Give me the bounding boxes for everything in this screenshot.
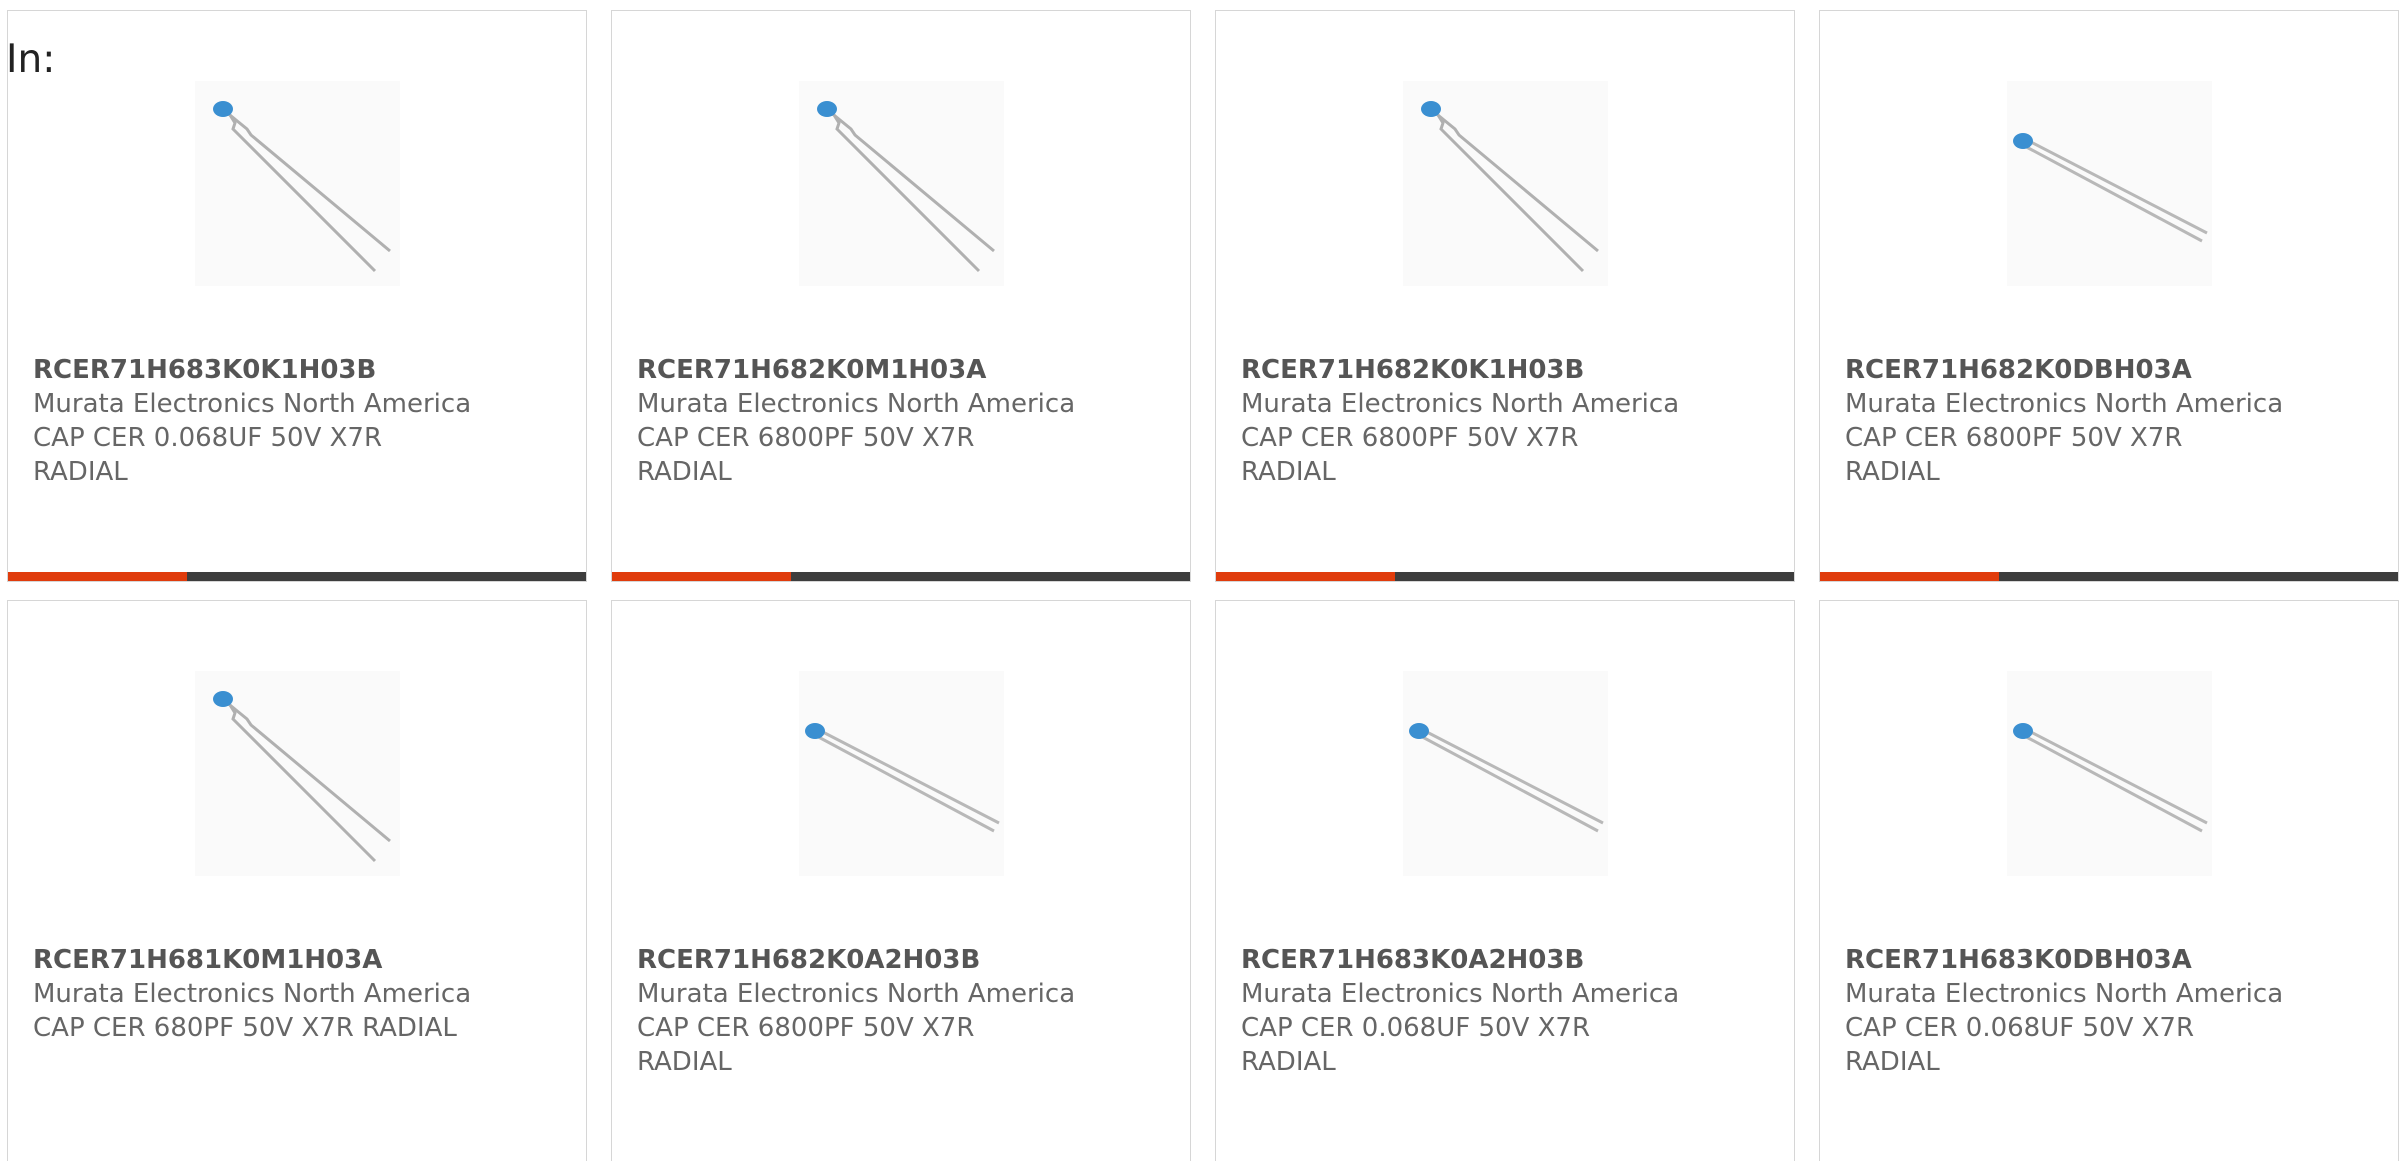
progress-fill (8, 572, 188, 581)
part-number-link[interactable]: RCER71H683K0K1H03B (33, 353, 573, 387)
product-card[interactable]: RCER71H682K0A2H03B Murata Electronics No… (611, 600, 1191, 1161)
capacitor-kinked-leads-icon[interactable] (195, 671, 400, 876)
product-info: RCER71H682K0DBH03A Murata Electronics No… (1845, 353, 2385, 489)
progress-bar (1216, 572, 1794, 581)
manufacturer: Murata Electronics North America (1845, 979, 2284, 1009)
manufacturer: Murata Electronics North America (637, 389, 1076, 419)
description: CAP CER 6800PF 50V X7R RADIAL (637, 1013, 975, 1077)
part-number-link[interactable]: RCER71H682K0K1H03B (1241, 353, 1781, 387)
capacitor-image (1409, 723, 1604, 833)
product-info: RCER71H683K0A2H03B Murata Electronics No… (1241, 943, 1781, 1079)
capacitor-straight-leads-icon[interactable] (2007, 81, 2212, 286)
progress-fill (1216, 572, 1396, 581)
part-number-link[interactable]: RCER71H681K0M1H03A (33, 943, 573, 977)
capacitor-image (213, 101, 391, 273)
part-number-link[interactable]: RCER71H682K0A2H03B (637, 943, 1177, 977)
filter-in-label: In: (6, 37, 56, 82)
capacitor-straight-leads-icon[interactable] (1403, 671, 1608, 876)
description: CAP CER 0.068UF 50V X7R RADIAL (1241, 1013, 1591, 1077)
product-card[interactable]: RCER71H682K0M1H03A Murata Electronics No… (611, 10, 1191, 582)
capacitor-kinked-leads-icon[interactable] (195, 81, 400, 286)
manufacturer: Murata Electronics North America (33, 389, 472, 419)
capacitor-kinked-leads-icon[interactable] (799, 81, 1004, 286)
description: CAP CER 6800PF 50V X7R RADIAL (1845, 423, 2183, 487)
manufacturer: Murata Electronics North America (1845, 389, 2284, 419)
product-grid-page: In: RCER71H683K0K1H03B Murata Electronic… (0, 0, 2400, 1161)
capacitor-kinked-leads-icon[interactable] (1403, 81, 1608, 286)
capacitor-image (2013, 723, 2208, 833)
manufacturer: Murata Electronics North America (33, 979, 472, 1009)
progress-bar (1820, 572, 2398, 581)
manufacturer: Murata Electronics North America (637, 979, 1076, 1009)
product-info: RCER71H682K0A2H03B Murata Electronics No… (637, 943, 1177, 1079)
capacitor-straight-leads-icon[interactable] (2007, 671, 2212, 876)
progress-fill (612, 572, 792, 581)
description: CAP CER 680PF 50V X7R RADIAL (33, 1013, 457, 1043)
capacitor-image (2013, 133, 2208, 243)
product-info: RCER71H683K0K1H03B Murata Electronics No… (33, 353, 573, 489)
product-info: RCER71H682K0K1H03B Murata Electronics No… (1241, 353, 1781, 489)
product-card[interactable]: RCER71H683K0K1H03B Murata Electronics No… (7, 10, 587, 582)
part-number-link[interactable]: RCER71H683K0A2H03B (1241, 943, 1781, 977)
progress-bar (8, 572, 586, 581)
capacitor-straight-leads-icon[interactable] (799, 671, 1004, 876)
product-card[interactable]: RCER71H682K0DBH03A Murata Electronics No… (1819, 10, 2399, 582)
product-info: RCER71H682K0M1H03A Murata Electronics No… (637, 353, 1177, 489)
description: CAP CER 0.068UF 50V X7R RADIAL (1845, 1013, 2195, 1077)
part-number-link[interactable]: RCER71H682K0M1H03A (637, 353, 1177, 387)
product-card[interactable]: RCER71H683K0DBH03A Murata Electronics No… (1819, 600, 2399, 1161)
capacitor-image (1421, 101, 1599, 273)
product-card[interactable]: RCER71H683K0A2H03B Murata Electronics No… (1215, 600, 1795, 1161)
description: CAP CER 6800PF 50V X7R RADIAL (1241, 423, 1579, 487)
description: CAP CER 0.068UF 50V X7R RADIAL (33, 423, 383, 487)
product-info: RCER71H683K0DBH03A Murata Electronics No… (1845, 943, 2385, 1079)
part-number-link[interactable]: RCER71H683K0DBH03A (1845, 943, 2385, 977)
capacitor-image (805, 723, 1000, 833)
product-card[interactable]: RCER71H682K0K1H03B Murata Electronics No… (1215, 10, 1795, 582)
progress-fill (1820, 572, 2000, 581)
capacitor-image (213, 691, 391, 863)
product-card[interactable]: RCER71H681K0M1H03A Murata Electronics No… (7, 600, 587, 1161)
progress-bar (612, 572, 1190, 581)
manufacturer: Murata Electronics North America (1241, 389, 1680, 419)
manufacturer: Murata Electronics North America (1241, 979, 1680, 1009)
description: CAP CER 6800PF 50V X7R RADIAL (637, 423, 975, 487)
capacitor-image (817, 101, 995, 273)
part-number-link[interactable]: RCER71H682K0DBH03A (1845, 353, 2385, 387)
product-info: RCER71H681K0M1H03A Murata Electronics No… (33, 943, 573, 1045)
